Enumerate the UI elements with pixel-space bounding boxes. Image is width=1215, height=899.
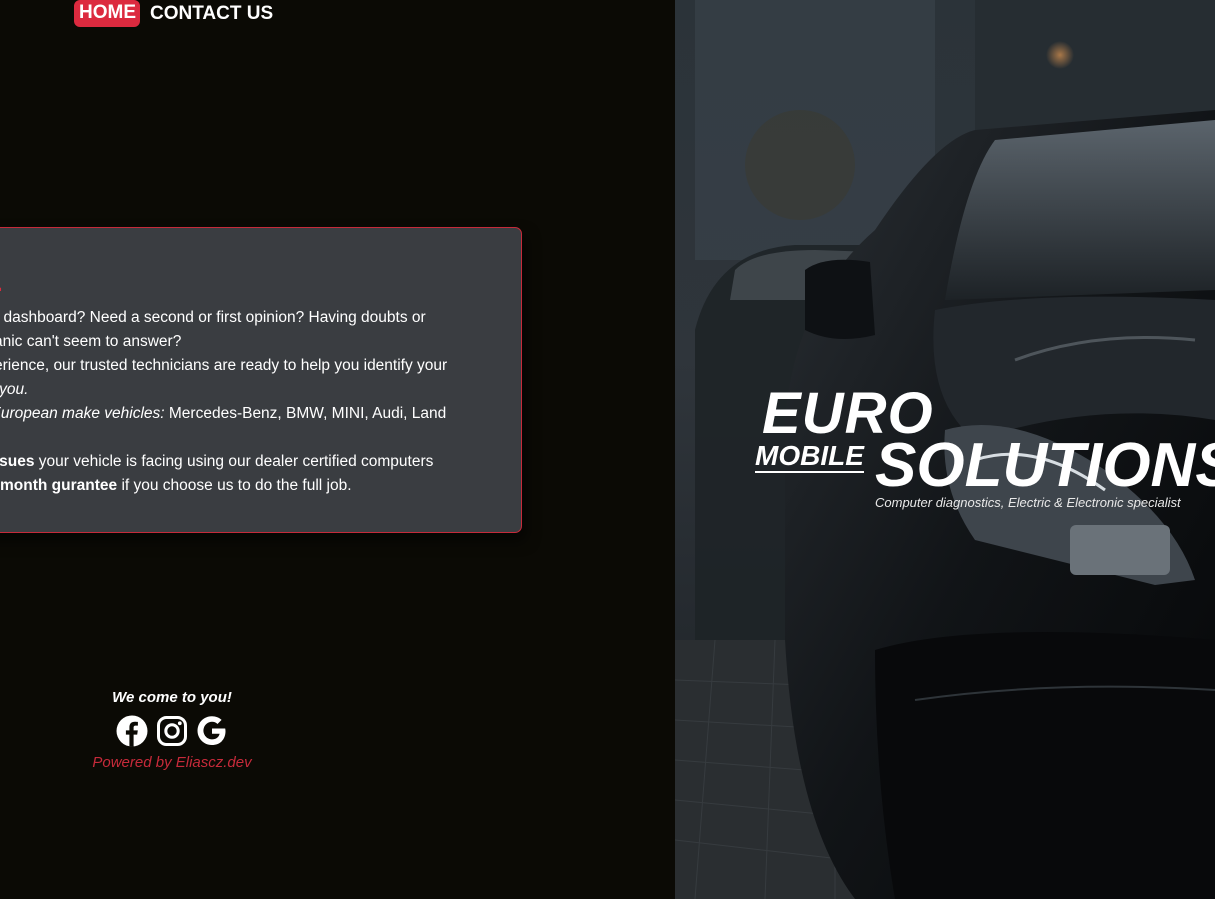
card-text-segment: e to you.: [0, 381, 29, 398]
card-text-line: al issues your vehicle is facing using o…: [0, 450, 521, 474]
footer-tagline: We come to you!: [112, 689, 232, 706]
card-text-segment: if you choose us to do the full job.: [117, 477, 352, 494]
card-text-line: ur 6 month gurantee if you choose us to …: [0, 474, 521, 498]
facebook-icon[interactable]: [116, 715, 148, 747]
nav-contact-link[interactable]: CONTACT US: [145, 1, 278, 27]
card-text-segment: jor European make vehicles:: [0, 405, 165, 422]
page: HOME CONTACT US o. your dashboard? Need …: [0, 0, 1215, 899]
logo-solutions-text: SOLUTIONS: [875, 431, 1215, 500]
footer: We come to you! Powered by Eliascz.dev: [70, 688, 274, 773]
instagram-icon[interactable]: [156, 715, 188, 747]
card-body: your dashboard? Need a second or first o…: [0, 306, 521, 498]
google-icon[interactable]: [196, 715, 228, 747]
card-text-line: your dashboard? Need a second or first o…: [0, 306, 521, 330]
card-text-segment: your vehicle is facing using our dealer …: [34, 453, 434, 470]
card-text-segment: your dashboard? Need a second or first o…: [0, 309, 426, 326]
card-text-line: e to you.: [0, 378, 521, 402]
logo-subtitle: Computer diagnostics, Electric & Electro…: [875, 495, 1181, 510]
card-text-segment: experience, our trusted technicians are …: [0, 357, 448, 374]
card-text-line: gen.: [0, 426, 521, 450]
card-text-line: experience, our trusted technicians are …: [0, 354, 521, 378]
logo-mobile-text: MOBILE: [755, 440, 864, 473]
card-text-line: echanic can't seem to answer?: [0, 330, 521, 354]
card-text-line: jor European make vehicles: Mercedes-Ben…: [0, 402, 521, 426]
card-text-segment: 6 month gurantee: [0, 477, 118, 494]
intro-card: o. your dashboard? Need a second or firs…: [0, 227, 522, 533]
nav-home-link[interactable]: HOME: [74, 0, 140, 27]
card-text-segment: echanic can't seem to answer?: [0, 333, 182, 350]
card-text-segment: Mercedes-Benz, BMW, MINI, Audi, Land: [164, 405, 447, 422]
main-nav: HOME CONTACT US: [74, 0, 278, 28]
powered-by-link[interactable]: Powered by Eliascz.dev: [70, 753, 274, 773]
brand-logo: EURO MOBILE SOLUTIONS Computer diagnosti…: [755, 385, 1215, 515]
left-panel: HOME CONTACT US o. your dashboard? Need …: [0, 0, 675, 899]
card-text-segment: al issues: [0, 453, 35, 470]
card-title-dot: .: [0, 263, 4, 298]
social-links: [70, 714, 274, 748]
card-title: o.: [0, 261, 4, 301]
